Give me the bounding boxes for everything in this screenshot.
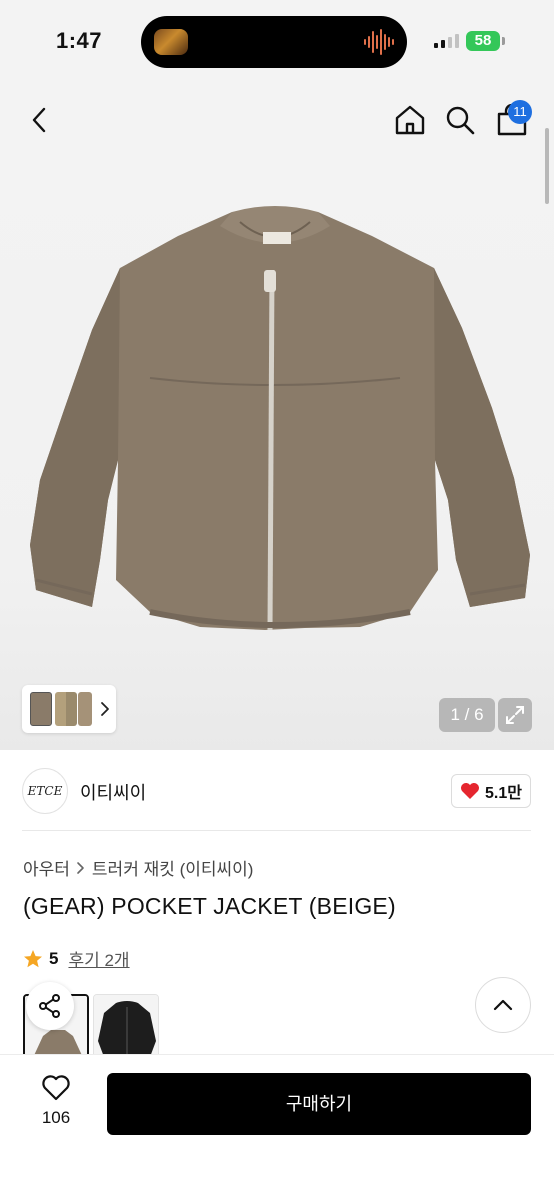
chevron-up-icon [493,999,513,1011]
status-bar: 1:47 58 [0,0,554,80]
image-counter: 1 / 6 [439,698,495,732]
chevron-right-icon [101,702,109,716]
home-icon [395,105,425,135]
product-rating: 5 후기 2개 [23,946,130,971]
brand-like-count: 5.1만 [485,785,522,802]
share-button[interactable] [26,982,74,1030]
search-icon [446,106,475,135]
breadcrumb: 아우터 트러커 재킷 (이티씨이) [23,855,253,880]
product-image-gallery[interactable] [0,160,554,750]
cart-count-badge: 11 [508,100,532,124]
breadcrumb-subcategory[interactable]: 트러커 재킷 (이티씨이) [92,855,254,880]
image-thumbnail-strip[interactable] [22,685,116,733]
share-icon [39,994,60,1018]
expand-icon [506,706,524,724]
star-icon [24,949,42,967]
battery-tip [502,37,505,45]
search-button[interactable] [440,100,480,140]
dynamic-island [141,16,407,68]
chevron-right-icon [77,861,84,874]
review-count-link[interactable]: 후기 2개 [68,946,129,971]
thumbnail-jacket-side[interactable] [78,692,92,726]
thumbnail-beige-jacket[interactable] [30,692,52,726]
brand-name[interactable]: 이티씨이 [80,779,146,805]
wishlist-count: 106 [41,1108,71,1127]
home-button[interactable] [390,100,430,140]
back-chevron-icon [32,107,46,133]
wishlist-button[interactable]: 106 [30,1074,82,1128]
cellular-signal-icon [434,34,459,48]
divider [22,830,531,831]
expand-image-button[interactable] [498,698,532,732]
heart-filled-icon [461,783,480,799]
buy-button[interactable]: 구매하기 [107,1073,531,1135]
scroll-to-top-button[interactable] [475,977,531,1033]
app-header [0,80,554,160]
color-option-black[interactable] [93,994,159,1060]
battery-level: 58 [474,32,492,49]
heart-outline-icon [42,1075,70,1101]
brand-like-button[interactable]: 5.1만 [451,774,531,808]
product-title: (GEAR) POCKET JACKET (BEIGE) [23,893,396,919]
page-scrollbar[interactable] [545,128,549,204]
rating-score: 5 [49,948,59,968]
audio-waveform-icon [364,29,394,55]
breadcrumb-category[interactable]: 아우터 [23,855,70,880]
battery-icon: 58 [466,31,500,51]
clock: 1:47 [56,28,103,53]
thumbnail-jacket-alt[interactable] [55,692,77,726]
brand-logo[interactable]: ETCE [22,768,68,814]
now-playing-artwork [154,29,188,55]
black-jacket-thumbnail [94,995,158,1059]
product-jacket-image [30,206,530,631]
back-button[interactable] [20,100,60,140]
brand-logo-text: ETCE [27,784,63,798]
